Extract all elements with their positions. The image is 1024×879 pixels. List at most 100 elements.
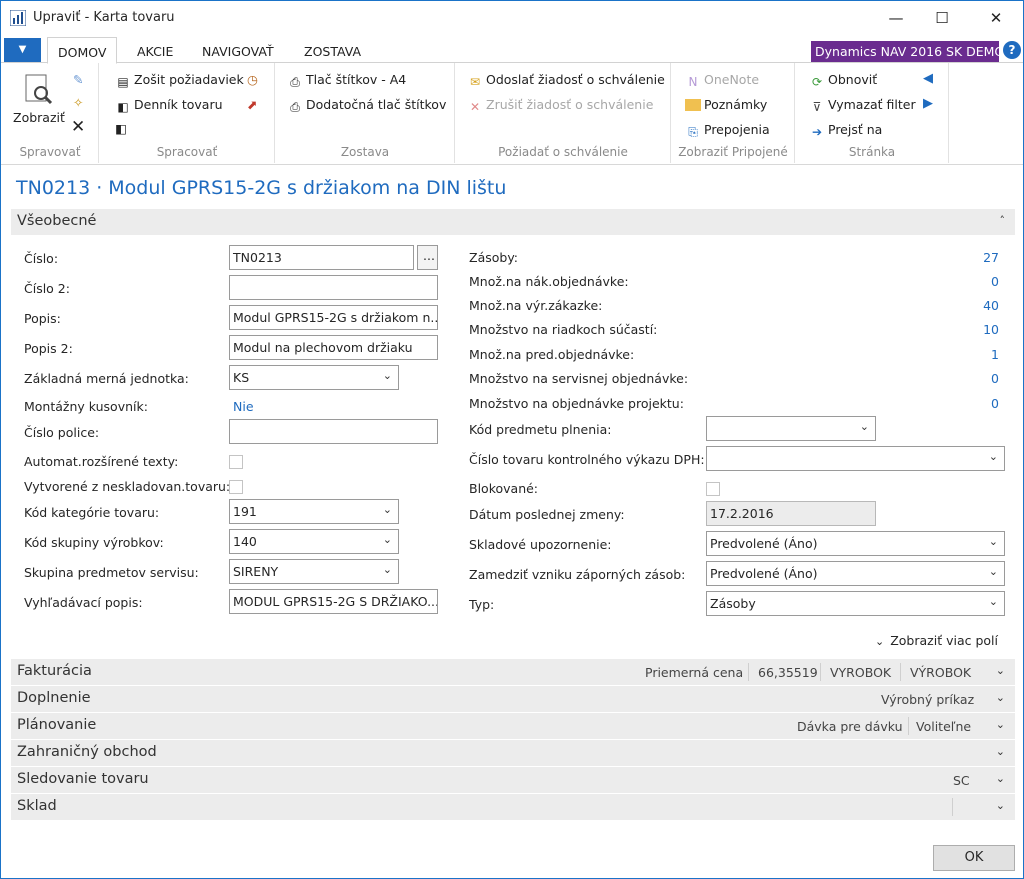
prevent-negative-value: Predvolené (Áno) [710,566,818,581]
auto-ext-texts-checkbox[interactable] [229,455,243,469]
subject-code-label: Kód predmetu plnenia: [469,422,612,437]
goto-button[interactable]: ➔ Prejsť na [809,122,882,139]
blocked-label: Blokované: [469,481,539,496]
no-assist-button[interactable]: ... [417,245,438,270]
view-magnifier-icon[interactable] [23,73,57,107]
invoicing-summary-vat: VÝROBOK [910,665,972,680]
show-more-fields-button[interactable]: ⌄ Zobraziť viac polí [875,633,998,648]
expand-chevron-icon[interactable]: ⌄ [996,664,1005,677]
expand-chevron-icon[interactable]: ⌄ [996,718,1005,731]
service-group-label: Skupina predmetov servisu: [24,565,199,580]
product-group-select[interactable]: 140 ⌄ [229,529,399,554]
chevron-down-icon: ⌄ [859,420,869,433]
no2-field[interactable] [229,275,438,300]
qty-on-po-value[interactable]: 0 [941,274,999,289]
links-button[interactable]: ⎘ Prepojenia [685,122,770,139]
base-uom-value: KS [233,370,250,385]
section-warehouse[interactable]: Sklad ⌄ [11,794,1015,820]
description-field[interactable]: Modul GPRS15-2G s držiakom n... [229,305,438,330]
item-category-label: Kód kategórie tovaru: [24,505,160,520]
qty-on-job-value[interactable]: 0 [941,396,999,411]
section-item-tracking-title: Sledovanie tovaru [17,771,149,787]
report-chart-icon[interactable]: ⬈ [247,97,257,112]
previous-record-icon[interactable]: ◀ [923,71,933,86]
inventory-value[interactable]: 27 [941,250,999,265]
send-approval-button[interactable]: ✉ Odoslať žiadosť o schválenie [467,72,665,89]
next-record-icon[interactable]: ▶ [923,96,933,111]
expand-chevron-icon[interactable]: ⌄ [996,745,1005,758]
no-field[interactable]: TN0213 [229,245,414,270]
search-description-field[interactable]: MODUL GPRS15-2G S DRŽIAKO... [229,589,438,614]
close-button[interactable]: ✕ [973,1,1019,35]
expand-chevron-icon[interactable]: ⌄ [996,691,1005,704]
service-group-select[interactable]: SIRENY ⌄ [229,559,399,584]
refresh-button[interactable]: ⟳ Obnoviť [809,72,877,89]
title-bar: Upraviť - Karta tovaru — ☐ ✕ [1,1,1023,35]
help-icon[interactable]: ? [1003,41,1021,59]
window: Upraviť - Karta tovaru — ☐ ✕ ▼ DOMOV AKC… [0,0,1024,879]
history-icon[interactable]: ◷ [247,72,258,87]
base-uom-select[interactable]: KS ⌄ [229,365,399,390]
minimize-button[interactable]: — [873,1,919,35]
tab-report[interactable]: ZOSTAVA [304,44,361,59]
ok-button[interactable]: OK [933,845,1015,871]
onenote-button[interactable]: N OneNote [685,72,760,89]
section-replenishment[interactable]: Doplnenie Výrobný príkaz ⌄ [11,686,1015,712]
subject-code-select[interactable]: ⌄ [706,416,876,441]
section-invoicing[interactable]: Fakturácia Priemerná cena 66,35519 VYROB… [11,659,1015,685]
item-journal-button[interactable]: ◧ Denník tovaru [115,97,222,114]
chevron-down-icon: ⌄ [988,595,998,608]
section-planning[interactable]: Plánovanie Dávka pre dávku Voliteľne ⌄ [11,713,1015,739]
qty-on-prod-value[interactable]: 40 [941,298,999,313]
new-document-icon[interactable]: ✧ [73,95,83,110]
description2-field[interactable]: Modul na plechovom držiaku [229,335,438,360]
collapse-chevron-icon[interactable]: ˄ [1000,214,1006,227]
prevent-negative-select[interactable]: Predvolené (Áno) ⌄ [706,561,1005,586]
send-envelope-icon: ✉ [469,75,481,89]
item-category-select[interactable]: 191 ⌄ [229,499,399,524]
group-label-report: Zostava [340,145,390,159]
print-labels-a4-button[interactable]: ⎙ Tlač štítkov - A4 [287,72,406,89]
created-from-nonstock-checkbox[interactable] [229,480,243,494]
delete-icon[interactable]: ✕ [71,117,85,137]
requisition-worksheet-button[interactable]: ▤ Zošit požiadaviek [115,72,243,89]
vat-control-item-select[interactable]: ⌄ [706,446,1005,471]
blocked-checkbox[interactable] [706,482,720,496]
printer-icon: ⎙ [290,75,300,89]
section-foreign-trade[interactable]: Zahraničný obchod ⌄ [11,740,1015,766]
no2-label: Číslo 2: [24,281,70,296]
qty-on-component-value[interactable]: 10 [941,322,999,337]
description-label: Popis: [24,311,61,326]
notes-button[interactable]: Poznámky [685,97,767,112]
clear-filter-button[interactable]: ⊽ Vymazať filter [809,97,916,114]
cancel-approval-button[interactable]: ✕ Zrušiť žiadosť o schválenie [467,97,653,114]
goto-label: Prejsť na [828,122,883,137]
tab-home[interactable]: DOMOV [47,37,118,64]
shelf-no-field[interactable] [229,419,438,444]
description2-label: Popis 2: [24,341,73,356]
journal-extra-icon[interactable]: ◧ [115,121,127,136]
qty-on-so-value[interactable]: 1 [941,347,999,362]
section-item-tracking[interactable]: Sledovanie tovaru SC ⌄ [11,767,1015,793]
expand-chevron-icon[interactable]: ⌄ [996,772,1005,785]
links-icon: ⎘ [688,125,698,139]
tab-actions[interactable]: AKCIE [137,44,173,59]
stockout-warning-label: Skladové upozornenie: [469,537,612,552]
stockout-warning-select[interactable]: Predvolené (Áno) ⌄ [706,531,1005,556]
service-group-value: SIRENY [233,564,279,579]
additional-print-button[interactable]: ⎙ Dodatočná tlač štítkov [287,97,446,114]
search-description-label: Vyhľadávací popis: [24,595,143,610]
tab-navigate[interactable]: NAVIGOVAŤ [202,44,274,59]
view-button[interactable]: Zobraziť [13,110,65,125]
qty-on-prod-label: Množ.na výr.zákazke: [469,298,603,313]
edit-pencil-icon[interactable]: ✎ [73,72,83,87]
qty-on-service-value[interactable]: 0 [941,371,999,386]
expand-chevron-icon[interactable]: ⌄ [996,799,1005,812]
assembly-bom-link[interactable]: Nie [233,399,254,414]
file-menu-button[interactable]: ▼ [4,38,41,62]
maximize-button[interactable]: ☐ [919,1,965,35]
divider [820,663,821,681]
type-select[interactable]: Zásoby ⌄ [706,591,1005,616]
printer-icon: ⎙ [290,100,300,114]
section-general-header[interactable]: Všeobecné ˄ [11,209,1015,235]
